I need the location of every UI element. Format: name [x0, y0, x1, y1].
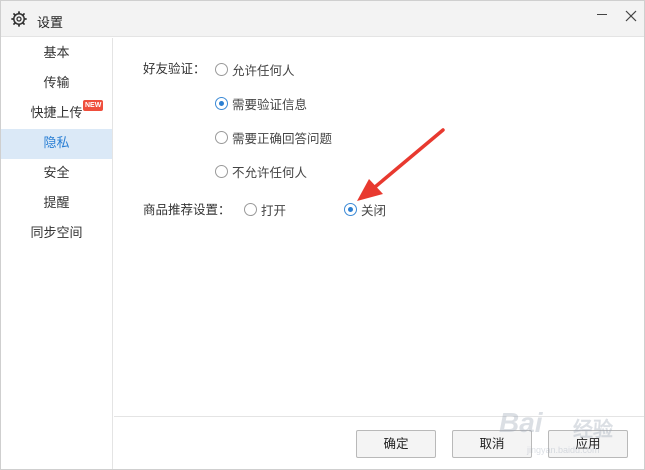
radio-circle[interactable]	[215, 63, 228, 76]
radio-label: 关闭	[361, 203, 387, 218]
sidebar-item-security[interactable]: 安全	[1, 159, 112, 189]
cancel-button[interactable]: 取消	[452, 430, 532, 458]
radio-circle[interactable]	[215, 97, 228, 110]
apply-button[interactable]: 应用	[548, 430, 628, 458]
friend-verify-label: 好友验证：	[143, 61, 206, 76]
sidebar-item-label: 快捷上传	[30, 106, 83, 121]
sidebar-item-reminder[interactable]: 提醒	[1, 189, 112, 219]
radio-allow-anyone[interactable]: 允许任何人	[215, 60, 295, 79]
sidebar-item-label: 安全	[43, 166, 70, 181]
sidebar-item-basic[interactable]: 基本	[1, 39, 112, 69]
sidebar-item-transfer[interactable]: 传输	[1, 69, 112, 99]
settings-window: 设置 基本 传输 快捷上传 NEW 隐私 安全 提醒 同步空间 好友验证： 允许任…	[0, 0, 645, 470]
radio-circle[interactable]	[215, 165, 228, 178]
gear-icon	[11, 11, 27, 27]
radio-label: 不允许任何人	[232, 165, 308, 180]
radio-label: 需要验证信息	[232, 97, 308, 112]
radio-require-answer[interactable]: 需要正确回答问题	[215, 128, 332, 147]
sidebar-item-label: 基本	[43, 46, 70, 61]
product-recommend-label: 商品推荐设置：	[143, 202, 231, 217]
ok-button[interactable]: 确定	[356, 430, 436, 458]
privacy-panel: 好友验证： 允许任何人 需要验证信息 需要正确回答问题 不允许任何人 商品推荐设…	[114, 38, 644, 416]
radio-circle[interactable]	[215, 131, 228, 144]
radio-deny-all[interactable]: 不允许任何人	[215, 162, 307, 181]
sidebar-item-label: 提醒	[43, 196, 70, 211]
radio-label: 打开	[261, 203, 287, 218]
window-title: 设置	[37, 16, 64, 31]
sidebar-item-label: 同步空间	[30, 226, 83, 241]
new-badge: NEW	[83, 100, 104, 111]
dialog-footer: 确定 取消 应用	[114, 416, 644, 469]
minimize-button[interactable]	[589, 5, 615, 27]
close-icon[interactable]	[618, 5, 644, 27]
sidebar-item-sync-space[interactable]: 同步空间	[1, 219, 112, 249]
sidebar-item-label: 传输	[43, 76, 70, 91]
radio-require-verification[interactable]: 需要验证信息	[215, 94, 307, 113]
radio-label: 需要正确回答问题	[232, 131, 333, 146]
radio-circle[interactable]	[344, 203, 357, 216]
radio-label: 允许任何人	[232, 63, 295, 78]
radio-recommend-on[interactable]: 打开	[244, 200, 286, 219]
sidebar-item-privacy[interactable]: 隐私	[1, 129, 112, 159]
sidebar-item-quick-upload[interactable]: 快捷上传 NEW	[1, 99, 112, 129]
sidebar-item-label: 隐私	[43, 136, 70, 151]
radio-recommend-off[interactable]: 关闭	[344, 200, 386, 219]
settings-sidebar: 基本 传输 快捷上传 NEW 隐私 安全 提醒 同步空间	[1, 38, 113, 469]
radio-circle[interactable]	[244, 203, 257, 216]
title-bar: 设置	[1, 1, 644, 37]
